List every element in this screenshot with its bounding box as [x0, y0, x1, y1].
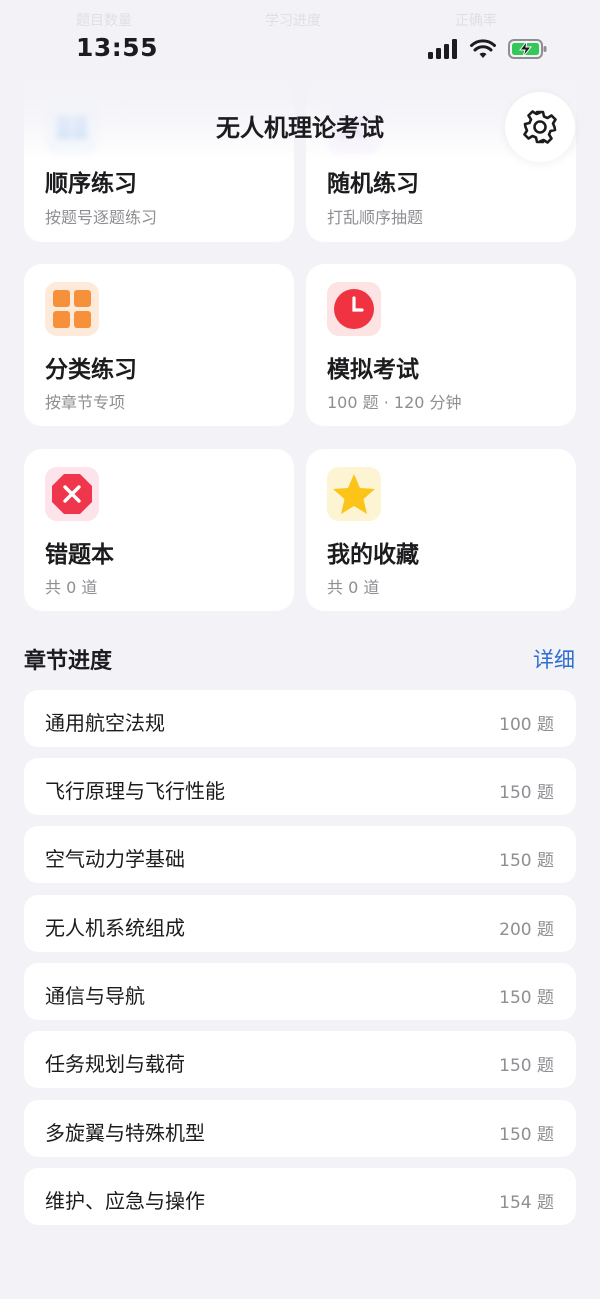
ghost-tab: 学习进度 — [265, 13, 321, 29]
ghost-tab: 正确率 — [455, 13, 497, 29]
chapter-row[interactable]: 多旋翼与特殊机型 150 题 — [24, 1100, 576, 1157]
ghost-tab: 题目数量 — [76, 13, 132, 29]
chapter-count: 150 题 — [499, 783, 554, 803]
chapter-name: 维护、应急与操作 — [45, 1189, 205, 1213]
feature-subtitle: 按章节专项 — [45, 393, 126, 412]
chapter-count: 150 题 — [499, 1125, 554, 1145]
section-title: 章节进度 — [24, 649, 113, 674]
x-octagon-icon — [45, 467, 99, 521]
chapter-count: 100 题 — [499, 715, 554, 735]
feature-card-wrong-book[interactable]: 错题本 共 0 道 — [24, 449, 294, 611]
feature-card-category[interactable]: 分类练习 按章节专项 — [24, 264, 294, 426]
chapter-name: 无人机系统组成 — [45, 916, 185, 940]
chapter-row[interactable]: 通用航空法规 100 题 — [24, 690, 576, 747]
feature-title: 我的收藏 — [327, 542, 419, 568]
chapter-name: 空气动力学基础 — [45, 847, 185, 871]
feature-subtitle: 共 0 道 — [45, 578, 98, 597]
feature-subtitle: 共 0 道 — [327, 578, 380, 597]
chapter-name: 飞行原理与飞行性能 — [45, 779, 225, 803]
chapter-count: 200 题 — [499, 920, 554, 940]
feature-card-favorites[interactable]: 我的收藏 共 0 道 — [306, 449, 576, 611]
clock-icon — [327, 282, 381, 336]
chapter-row[interactable]: 空气动力学基础 150 题 — [24, 826, 576, 883]
chapter-name: 多旋翼与特殊机型 — [45, 1121, 205, 1145]
chapter-row[interactable]: 无人机系统组成 200 题 — [24, 895, 576, 952]
gear-icon — [523, 110, 557, 144]
feature-subtitle: 100 题 · 120 分钟 — [327, 393, 462, 412]
feature-title: 随机练习 — [327, 171, 419, 197]
feature-card-mock-exam[interactable]: 模拟考试 100 题 · 120 分钟 — [306, 264, 576, 426]
wifi-icon — [470, 39, 496, 58]
chapter-name: 通用航空法规 — [45, 711, 165, 735]
chapter-name: 任务规划与载荷 — [45, 1052, 185, 1076]
chapter-row[interactable]: 飞行原理与飞行性能 150 题 — [24, 758, 576, 815]
grid-icon — [45, 282, 99, 336]
feature-subtitle: 打乱顺序抽题 — [327, 208, 424, 227]
chapter-row[interactable]: 通信与导航 150 题 — [24, 963, 576, 1020]
status-icons — [428, 38, 548, 60]
chapter-count: 154 题 — [499, 1193, 554, 1213]
settings-button[interactable] — [505, 92, 575, 162]
feature-subtitle: 按题号逐题练习 — [45, 208, 158, 227]
status-bar: 题目数量 学习进度 正确率 13:55 — [0, 0, 600, 90]
chapter-row[interactable]: 任务规划与载荷 150 题 — [24, 1031, 576, 1088]
battery-charging-icon — [508, 39, 547, 59]
chapter-count: 150 题 — [499, 851, 554, 871]
status-time: 13:55 — [76, 33, 159, 62]
cellular-signal-icon — [428, 39, 457, 59]
feature-title: 模拟考试 — [327, 357, 419, 383]
star-icon — [327, 467, 381, 521]
feature-title: 顺序练习 — [45, 171, 137, 197]
feature-title: 分类练习 — [45, 357, 137, 383]
chapter-name: 通信与导航 — [45, 984, 145, 1008]
detail-link[interactable]: 详细 — [533, 644, 575, 674]
ghost-tabs: 题目数量 学习进度 正确率 — [0, 6, 600, 34]
chapter-count: 150 题 — [499, 1056, 554, 1076]
chapter-row[interactable]: 维护、应急与操作 154 题 — [24, 1168, 576, 1225]
chapter-count: 150 题 — [499, 988, 554, 1008]
feature-title: 错题本 — [45, 542, 114, 568]
